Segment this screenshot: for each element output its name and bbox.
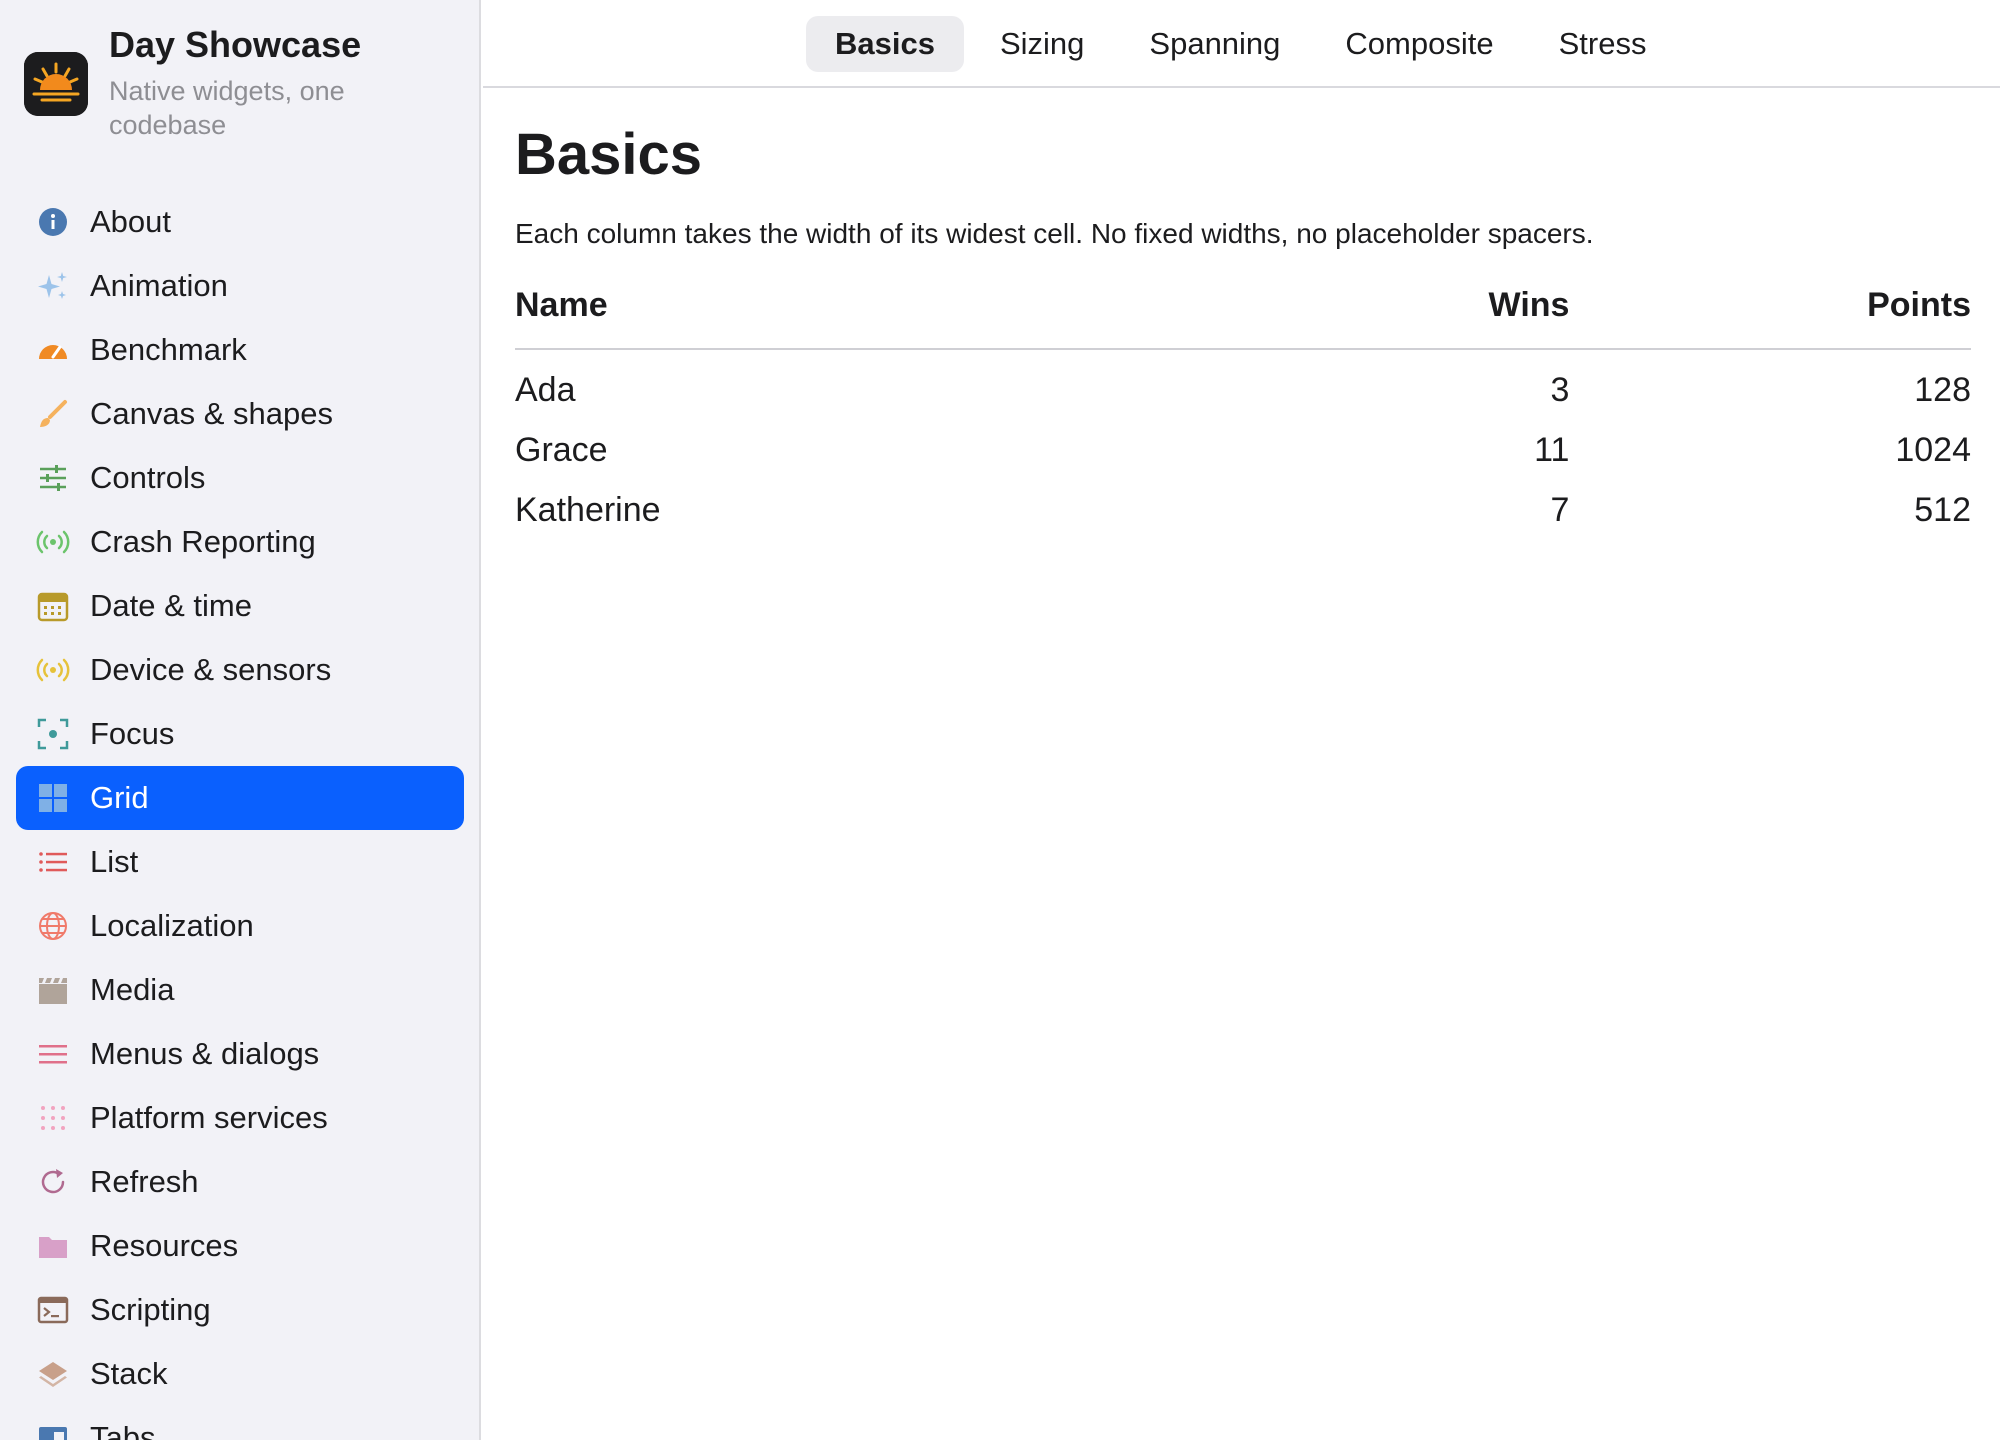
grid-header-points: Points xyxy=(1867,285,1971,324)
grid-header-name: Name xyxy=(515,285,608,324)
tab-basics[interactable]: Basics xyxy=(806,16,964,72)
sidebar-item-label: Focus xyxy=(90,716,175,751)
sidebar-item-label: Animation xyxy=(90,268,228,303)
sidebar-item-label: Crash Reporting xyxy=(90,524,316,559)
sidebar-item-date-and-time[interactable]: Date & time xyxy=(16,574,464,638)
sidebar-item-animation[interactable]: Animation xyxy=(16,254,464,318)
list-icon xyxy=(36,845,70,879)
sidebar-item-list[interactable]: List xyxy=(16,830,464,894)
sidebar-nav: About Animation Benchmark Canvas & shapes Co… xyxy=(16,190,464,1440)
globe-icon xyxy=(36,909,70,943)
sidebar-item-label: Media xyxy=(90,972,175,1007)
sidebar-item-label: Menus & dialogs xyxy=(90,1036,320,1071)
brush-icon xyxy=(36,397,70,431)
table-row: Katherine 7 512 xyxy=(515,480,1971,540)
tab-bar: Basics Sizing Spanning Composite Stress xyxy=(483,0,2000,88)
grid-cell-wins: 3 xyxy=(1550,370,1570,409)
tab-spanning[interactable]: Spanning xyxy=(1120,16,1309,72)
grid-header-wins: Wins xyxy=(1488,285,1570,324)
sidebar-item-label: Scripting xyxy=(90,1292,211,1327)
calendar-icon xyxy=(36,589,70,623)
sidebar-item-label: Benchmark xyxy=(90,332,247,367)
sidebar-item-label: Platform services xyxy=(90,1100,328,1135)
grid-cell-name: Ada xyxy=(515,370,576,409)
grid-cell-points: 512 xyxy=(1914,490,1971,529)
sidebar-item-canvas-and-shapes[interactable]: Canvas & shapes xyxy=(16,382,464,446)
sidebar-item-crash-reporting[interactable]: Crash Reporting xyxy=(16,510,464,574)
sidebar-item-label: List xyxy=(90,844,139,879)
data-grid: Name Wins Points Ada 3 128 Grace 11 1024 Kathe… xyxy=(515,280,1971,540)
sidebar-item-platform-services[interactable]: Platform services xyxy=(16,1086,464,1150)
sidebar-item-label: Canvas & shapes xyxy=(90,396,333,431)
tabs-icon xyxy=(36,1421,70,1440)
sidebar-item-focus[interactable]: Focus xyxy=(16,702,464,766)
main-area: Basics Sizing Spanning Composite Stress Basi… xyxy=(483,0,2000,1440)
app-title: Day Showcase xyxy=(109,24,362,65)
sidebar-item-localization[interactable]: Localization xyxy=(16,894,464,958)
sidebar-item-label: Stack xyxy=(90,1356,168,1391)
refresh-icon xyxy=(36,1165,70,1199)
sidebar-item-device-and-sensors[interactable]: Device & sensors xyxy=(16,638,464,702)
grid-cell-wins: 7 xyxy=(1550,490,1570,529)
sidebar-item-grid[interactable]: Grid xyxy=(16,766,464,830)
table-row: Grace 11 1024 xyxy=(515,420,1971,480)
menu-icon xyxy=(36,1037,70,1071)
sidebar-item-media[interactable]: Media xyxy=(16,958,464,1022)
grid-icon xyxy=(36,781,70,815)
sidebar-item-resources[interactable]: Resources xyxy=(16,1214,464,1278)
sidebar-item-label: About xyxy=(90,204,172,239)
broadcast-icon xyxy=(36,653,70,687)
grid-header-row: Name Wins Points xyxy=(515,280,1971,348)
tab-sizing[interactable]: Sizing xyxy=(971,16,1113,72)
terminal-icon xyxy=(36,1293,70,1327)
info-icon xyxy=(36,205,70,239)
tab-stress[interactable]: Stress xyxy=(1530,16,1676,72)
sparkles-icon xyxy=(36,269,70,303)
sidebar-item-label: Device & sensors xyxy=(90,652,332,687)
sidebar-item-menus-and-dialogs[interactable]: Menus & dialogs xyxy=(16,1022,464,1086)
focus-icon xyxy=(36,717,70,751)
grid-cell-name: Katherine xyxy=(515,490,661,529)
grid-divider xyxy=(515,348,1971,350)
sidebar-item-label: Controls xyxy=(90,460,206,495)
folder-icon xyxy=(36,1229,70,1263)
stack-icon xyxy=(36,1357,70,1391)
clapper-icon xyxy=(36,973,70,1007)
tabs: Basics Sizing Spanning Composite Stress xyxy=(806,16,1682,72)
app-subtitle: Native widgets, one codebase xyxy=(109,76,345,140)
sidebar-item-refresh[interactable]: Refresh xyxy=(16,1150,464,1214)
tab-composite[interactable]: Composite xyxy=(1316,16,1522,72)
sidebar-item-stack[interactable]: Stack xyxy=(16,1342,464,1406)
broadcast-icon xyxy=(36,525,70,559)
sidebar: Day Showcase Native widgets, one codebas… xyxy=(0,0,481,1440)
sidebar-item-about[interactable]: About xyxy=(16,190,464,254)
grid-cell-name: Grace xyxy=(515,430,608,469)
grid-cell-wins: 11 xyxy=(1534,430,1570,469)
sidebar-item-label: Resources xyxy=(90,1228,239,1263)
sidebar-item-controls[interactable]: Controls xyxy=(16,446,464,510)
sidebar-item-label: Localization xyxy=(90,908,254,943)
sidebar-item-tabs[interactable]: Tabs xyxy=(16,1406,464,1440)
content: Basics Each column takes the width of it… xyxy=(515,120,1971,540)
sidebar-item-label: Tabs xyxy=(90,1420,156,1440)
table-row: Ada 3 128 xyxy=(515,360,1971,420)
dots-icon xyxy=(36,1101,70,1135)
page-description: Each column takes the width of its wides… xyxy=(515,218,1594,249)
sidebar-item-label: Refresh xyxy=(90,1164,199,1199)
page-title: Basics xyxy=(515,122,703,187)
sunrise-icon xyxy=(24,52,88,116)
sidebar-item-label: Grid xyxy=(90,780,149,815)
gauge-icon xyxy=(36,333,70,367)
sidebar-item-benchmark[interactable]: Benchmark xyxy=(16,318,464,382)
sidebar-item-label: Date & time xyxy=(90,588,252,623)
sliders-icon xyxy=(36,461,70,495)
sidebar-item-scripting[interactable]: Scripting xyxy=(16,1278,464,1342)
grid-cell-points: 128 xyxy=(1914,370,1971,409)
grid-cell-points: 1024 xyxy=(1895,430,1971,469)
grid-divider-row xyxy=(515,348,1971,360)
